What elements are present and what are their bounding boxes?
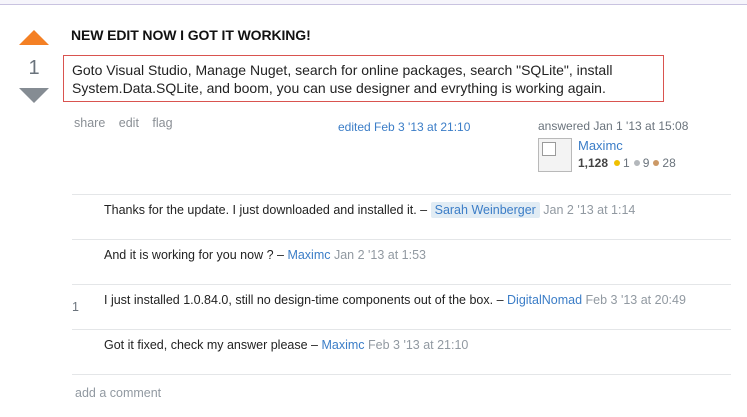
comment-date[interactable]: Feb 3 '13 at 20:49 [582, 293, 686, 307]
upvote-arrow-icon[interactable] [19, 30, 49, 45]
add-comment-link[interactable]: add a comment [75, 386, 161, 400]
comment-text: And it is working for you now ? – [104, 248, 288, 262]
comment-text: I just installed 1.0.84.0, still no desi… [104, 293, 508, 307]
bronze-badge-icon [653, 160, 660, 166]
vote-count: 1 [28, 57, 40, 79]
flag-link[interactable]: flag [152, 116, 172, 130]
comments-list: Thanks for the update. I just downloaded… [72, 194, 731, 375]
bronze-badge-count: 28 [662, 156, 676, 170]
reputation-score: 1,128 [578, 156, 609, 170]
top-divider [0, 0, 747, 5]
post-title: NEW EDIT NOW I GOT IT WORKING! [71, 27, 311, 43]
comment-user-link[interactable]: Maximc [287, 248, 330, 262]
comment-body: And it is working for you now ? – Maximc… [104, 240, 426, 270]
edited-timestamp-link[interactable]: edited Feb 3 '13 at 21:10 [338, 120, 470, 134]
share-link[interactable]: share [74, 116, 105, 130]
downvote-arrow-icon[interactable] [19, 88, 49, 103]
comment-user-link[interactable]: DigitalNomad [507, 293, 582, 307]
answer-line-1: Goto Visual Studio, Manage Nuget, search… [72, 62, 613, 78]
comment-body: Thanks for the update. I just downloaded… [104, 195, 635, 225]
comment-item: Got it fixed, check my answer please – M… [72, 330, 731, 375]
vote-column: 1 [14, 30, 54, 103]
answer-line-2: System.Data.SQLite, and boom, you can us… [72, 80, 606, 96]
owner-name-link[interactable]: Maximc [578, 138, 678, 154]
comment-text: Got it fixed, check my answer please – [104, 338, 322, 352]
comment-date[interactable]: Jan 2 '13 at 1:53 [331, 248, 426, 262]
comment-body: I just installed 1.0.84.0, still no desi… [104, 285, 686, 315]
comment-item: And it is working for you now ? – Maximc… [72, 240, 731, 285]
comment-item: Thanks for the update. I just downloaded… [72, 195, 731, 240]
highlighted-answer-text: Goto Visual Studio, Manage Nuget, search… [63, 55, 664, 102]
reputation-line: 1,128 1 9 28 [578, 156, 678, 170]
comment-body: Got it fixed, check my answer please – M… [104, 330, 468, 360]
silver-badge-count: 9 [642, 156, 650, 170]
comment-date[interactable]: Jan 2 '13 at 1:14 [540, 203, 635, 217]
post-owner-card: answered Jan 1 '13 at 15:08 Maximc 1,128… [538, 119, 738, 172]
comment-user-link[interactable]: Maximc [321, 338, 364, 352]
comment-date[interactable]: Feb 3 '13 at 21:10 [365, 338, 468, 352]
avatar[interactable] [538, 138, 572, 172]
answered-timestamp: answered Jan 1 '13 at 15:08 [538, 119, 689, 133]
gold-badge-count: 1 [623, 156, 630, 170]
gold-badge-icon [614, 160, 621, 166]
comment-user-link[interactable]: Sarah Weinberger [430, 202, 540, 218]
post-menu: share edit flag [74, 116, 183, 130]
silver-badge-icon [633, 160, 640, 166]
edit-link[interactable]: edit [119, 116, 139, 130]
comment-text: Thanks for the update. I just downloaded… [104, 203, 431, 217]
comment-score: 1 [72, 300, 79, 314]
comment-item: 1 I just installed 1.0.84.0, still no de… [72, 285, 731, 330]
